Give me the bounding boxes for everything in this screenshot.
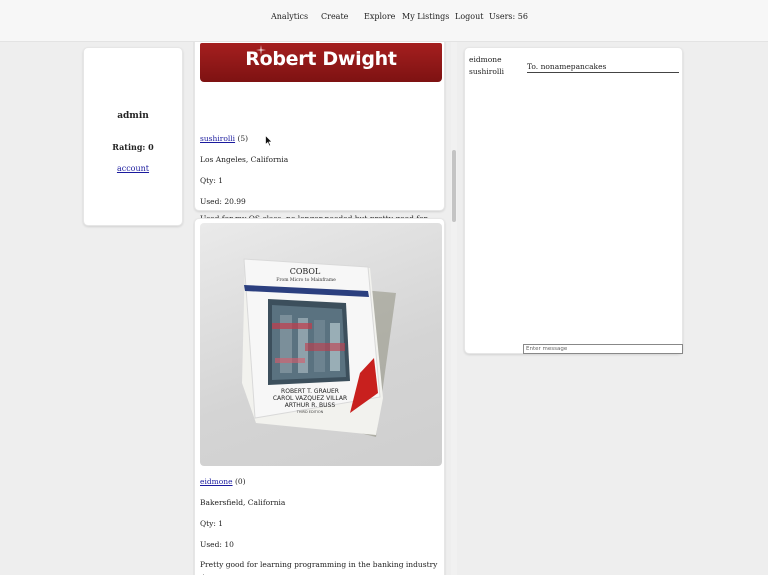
listing-location: Los Angeles, California [200, 155, 289, 164]
listing-seller-line: eidmone (0) [200, 477, 246, 486]
mouse-cursor-icon [265, 135, 273, 147]
listings-feed: Robert Dwight sushirolli (5) Los Angeles… [193, 42, 453, 575]
top-nav-bar: Analytics Create Explore My Listings Log… [0, 0, 768, 42]
book-author-1: ROBERT T. GRAUER [281, 388, 339, 395]
nav-analytics[interactable]: Analytics [271, 12, 308, 21]
chat-recipient: To. nonamepancakes [527, 62, 679, 73]
listing-location: Bakersfield, California [200, 498, 286, 507]
nav-create[interactable]: Create [321, 12, 348, 21]
sparkle-icon [256, 45, 266, 55]
feed-scrollbar[interactable] [451, 42, 457, 575]
seller-link[interactable]: sushirolli [200, 134, 235, 143]
book-subtitle: From Micro to Mainframe [276, 277, 336, 283]
nav-logout[interactable]: Logout [455, 12, 483, 21]
listing-price: Used: 20.99 [200, 197, 246, 206]
profile-card: admin Rating: 0 account [83, 47, 183, 226]
listing-quantity: Qty: 1 [200, 176, 224, 185]
chat-user-item[interactable]: sushirolli [469, 66, 504, 78]
profile-username: admin [117, 111, 149, 121]
listing-card: COBOL From Micro to Mainframe ROBERT T. … [194, 218, 445, 575]
book-edition: THIRD EDITION [296, 410, 324, 414]
chat-user-item[interactable]: eidmone [469, 54, 504, 66]
profile-rating: Rating: 0 [112, 142, 154, 152]
seller-rating: (0) [234, 477, 246, 486]
feed-scrollbar-thumb[interactable] [452, 150, 456, 222]
message-input[interactable]: Enter message [523, 344, 683, 354]
seller-link[interactable]: eidmone [200, 477, 233, 486]
book-author-2: CAROL VAZQUEZ VILLAR [273, 395, 347, 402]
seller-rating: (5) [237, 134, 249, 143]
listing-image[interactable]: COBOL From Micro to Mainframe ROBERT T. … [200, 223, 442, 466]
listing-seller-line: sushirolli (5) [200, 134, 248, 143]
listing-image[interactable]: Robert Dwight [200, 43, 442, 82]
listing-banner-text: Robert Dwight [245, 48, 397, 70]
listing-quantity: Qty: 1 [200, 519, 224, 528]
account-link[interactable]: account [84, 164, 182, 173]
nav-explore[interactable]: Explore [364, 12, 395, 21]
listing-price: Used: 10 [200, 540, 234, 549]
book-title: COBOL [290, 267, 321, 276]
chat-user-list: eidmone sushirolli [469, 54, 504, 78]
listing-description: Pretty good for learning programming in … [200, 560, 438, 575]
book-cover-image: COBOL From Micro to Mainframe ROBERT T. … [242, 258, 396, 437]
users-count: Users: 56 [489, 12, 528, 21]
book-author-3: ARTHUR R. BUSS [285, 402, 336, 409]
listing-card: Robert Dwight sushirolli (5) Los Angeles… [194, 42, 445, 236]
nav-my-listings[interactable]: My Listings [402, 12, 449, 21]
chat-panel: eidmone sushirolli To. nonamepancakes En… [464, 47, 683, 354]
